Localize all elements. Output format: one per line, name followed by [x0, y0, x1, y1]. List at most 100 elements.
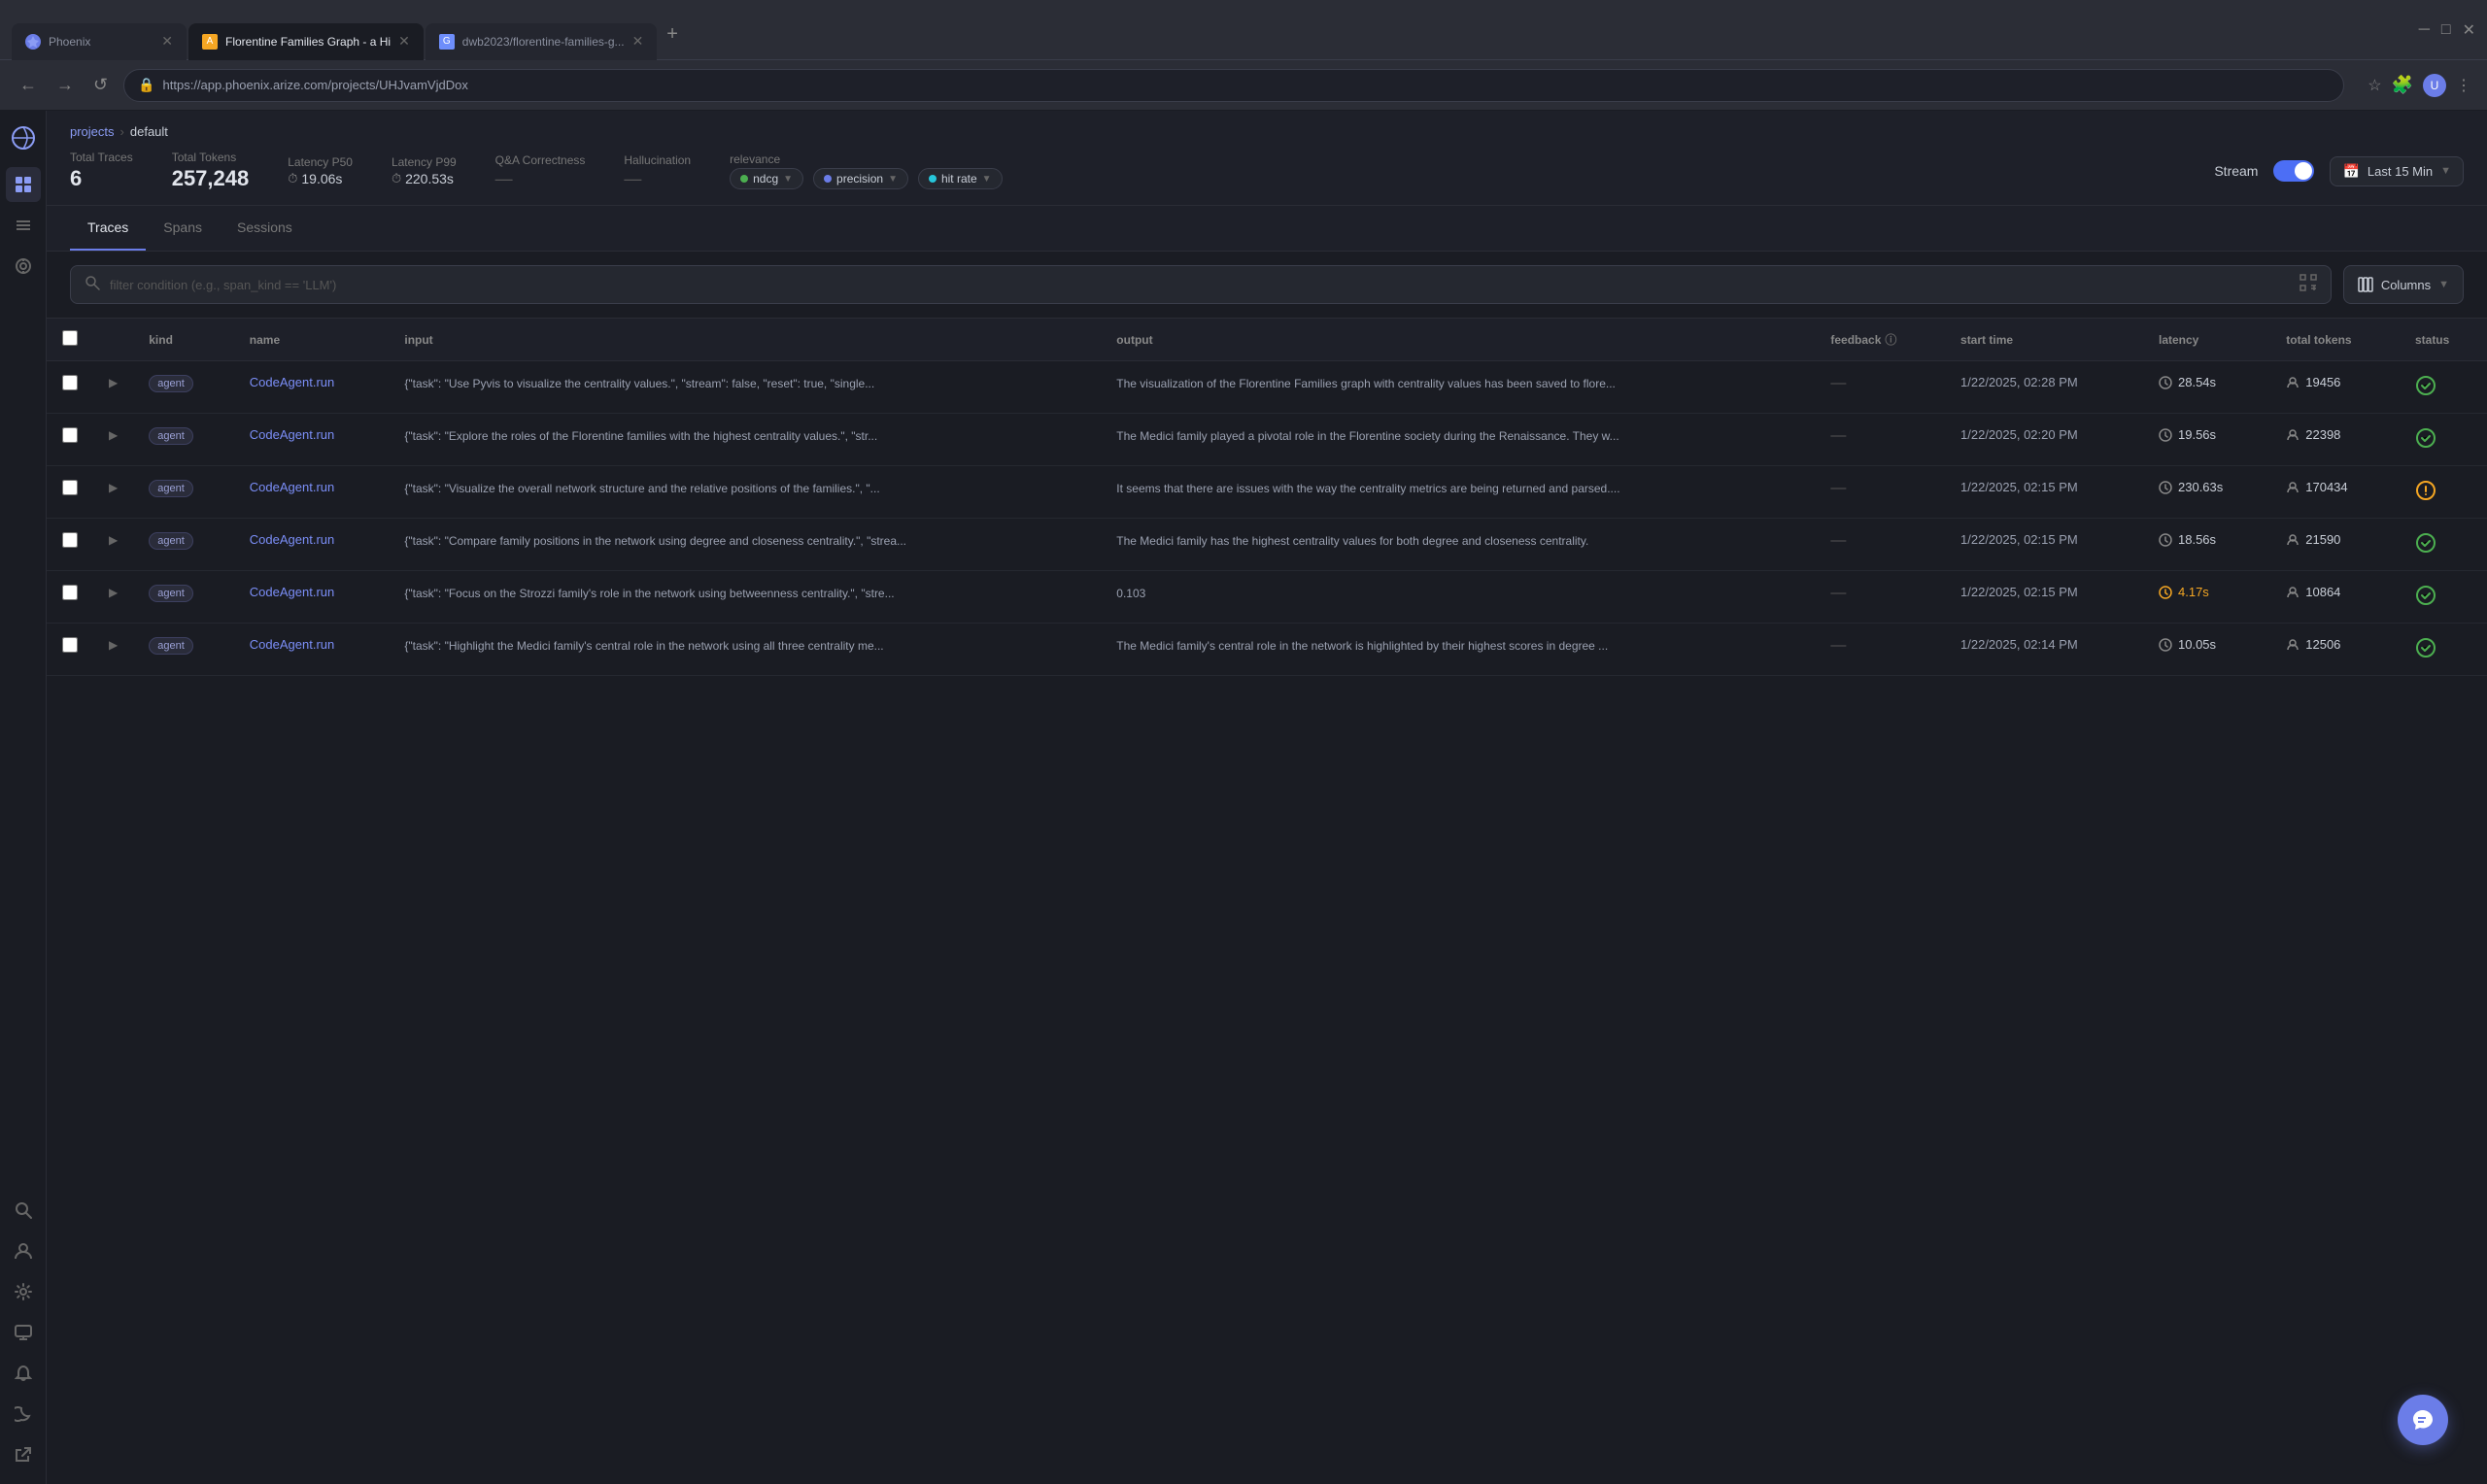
tab-close-florentine[interactable]: ✕	[398, 33, 410, 50]
cell-latency-3: 18.56s	[2143, 519, 2270, 571]
status-ok-icon-5	[2415, 637, 2436, 658]
sidebar-icon-list[interactable]	[6, 208, 41, 243]
sidebar-icon-settings[interactable]	[6, 1274, 41, 1309]
name-link-4[interactable]: CodeAgent.run	[250, 585, 334, 599]
window-minimize[interactable]: ─	[2419, 21, 2430, 39]
row-checkbox-5[interactable]	[62, 637, 78, 653]
expand-button-1[interactable]: ▶	[109, 428, 118, 442]
sidebar-icon-target[interactable]	[6, 249, 41, 284]
columns-button[interactable]: Columns ▼	[2343, 265, 2464, 304]
expand-button-4[interactable]: ▶	[109, 586, 118, 599]
traces-table: kind name input output feedback ⓘ start …	[47, 319, 2487, 676]
cell-kind-0: agent	[133, 361, 234, 414]
cell-latency-1: 19.56s	[2143, 414, 2270, 466]
metric-total-tokens-value: 257,248	[172, 166, 250, 191]
row-checkbox-0[interactable]	[62, 375, 78, 390]
relevance-badge-precision[interactable]: precision ▼	[813, 168, 908, 189]
row-checkbox-2[interactable]	[62, 480, 78, 495]
kind-badge-0: agent	[149, 375, 193, 392]
table-row: ▶ agent CodeAgent.run {"task": "Compare …	[47, 519, 2487, 571]
stream-control: Stream 📅 Last 15 Min ▼	[2214, 156, 2464, 186]
tab-close-git[interactable]: ✕	[632, 33, 644, 50]
badge-arrow-ndcg: ▼	[783, 174, 793, 185]
stream-toggle[interactable]	[2273, 160, 2314, 182]
date-picker[interactable]: 📅 Last 15 Min ▼	[2330, 156, 2464, 186]
relevance-badge-hitrate[interactable]: hit rate ▼	[918, 168, 1003, 189]
tab-label-phoenix: Phoenix	[49, 35, 153, 49]
metric-qa-label: Q&A Correctness	[495, 153, 586, 167]
cell-tokens-4: 10864	[2270, 571, 2400, 624]
name-link-3[interactable]: CodeAgent.run	[250, 532, 334, 547]
col-header-start-time: start time	[1945, 319, 2143, 361]
bookmark-icon[interactable]: ☆	[2368, 76, 2381, 95]
cell-kind-4: agent	[133, 571, 234, 624]
output-text-1: The Medici family played a pivotal role …	[1116, 427, 1799, 445]
clock-icon-1	[2159, 428, 2172, 442]
sidebar-icon-monitor[interactable]	[6, 1315, 41, 1350]
chat-button[interactable]	[2398, 1395, 2448, 1445]
name-link-0[interactable]: CodeAgent.run	[250, 375, 334, 389]
address-bar[interactable]: 🔒 https://app.phoenix.arize.com/projects…	[123, 69, 2344, 102]
clock-icon-p99: ⏱	[392, 171, 401, 186]
cell-latency-5: 10.05s	[2143, 624, 2270, 676]
forward-button[interactable]: →	[52, 71, 78, 99]
breadcrumb-projects[interactable]: projects	[70, 124, 115, 139]
input-text-4: {"task": "Focus on the Strozzi family's …	[404, 585, 1085, 602]
tab-spans[interactable]: Spans	[146, 206, 220, 251]
reload-button[interactable]: ↺	[89, 71, 112, 99]
tabs-bar: Traces Spans Sessions	[47, 206, 2487, 252]
columns-label: Columns	[2381, 278, 2431, 292]
sidebar-icon-bell[interactable]	[6, 1356, 41, 1391]
table-row: ▶ agent CodeAgent.run {"task": "Visualiz…	[47, 466, 2487, 519]
table-row: ▶ agent CodeAgent.run {"task": "Explore …	[47, 414, 2487, 466]
kind-badge-4: agent	[149, 585, 193, 602]
metric-hallucination: Hallucination —	[624, 153, 691, 189]
back-button[interactable]: ←	[16, 71, 41, 99]
profile-icon[interactable]: U	[2423, 74, 2446, 97]
sidebar-icon-user[interactable]	[6, 1233, 41, 1268]
name-link-1[interactable]: CodeAgent.run	[250, 427, 334, 442]
relevance-badge-ndcg[interactable]: ndcg ▼	[730, 168, 803, 189]
expand-button-0[interactable]: ▶	[109, 376, 118, 389]
tokens-icon-2	[2286, 481, 2300, 494]
window-maximize[interactable]: □	[2441, 21, 2451, 39]
extensions-icon[interactable]: 🧩	[2392, 75, 2413, 95]
filter-scan-icon[interactable]	[2300, 274, 2317, 296]
tab-sessions[interactable]: Sessions	[220, 206, 310, 251]
expand-button-2[interactable]: ▶	[109, 481, 118, 494]
filter-input[interactable]	[110, 278, 2290, 292]
row-checkbox-1[interactable]	[62, 427, 78, 443]
sidebar-icon-search[interactable]	[6, 1193, 41, 1228]
status-ok-icon-3	[2415, 532, 2436, 554]
metric-total-traces-label: Total Traces	[70, 151, 133, 164]
sidebar-icon-export[interactable]	[6, 1437, 41, 1472]
name-link-2[interactable]: CodeAgent.run	[250, 480, 334, 494]
output-text-5: The Medici family's central role in the …	[1116, 637, 1799, 655]
name-link-5[interactable]: CodeAgent.run	[250, 637, 334, 652]
latency-value-3: 18.56s	[2178, 532, 2216, 547]
app-logo	[8, 122, 39, 153]
sidebar-icon-grid[interactable]	[6, 167, 41, 202]
feedback-value-4: —	[1830, 585, 1846, 601]
browser-tab-git[interactable]: G dwb2023/florentine-families-g... ✕	[426, 23, 658, 60]
tab-traces[interactable]: Traces	[70, 206, 146, 251]
cell-tokens-5: 12506	[2270, 624, 2400, 676]
row-checkbox-4[interactable]	[62, 585, 78, 600]
metrics-row: Total Traces 6 Total Tokens 257,248 Late…	[70, 151, 2464, 191]
row-checkbox-3[interactable]	[62, 532, 78, 548]
table-row: ▶ agent CodeAgent.run {"task": "Highligh…	[47, 624, 2487, 676]
status-ok-icon-1	[2415, 427, 2436, 449]
tokens-value-4: 10864	[2305, 585, 2340, 599]
menu-icon[interactable]: ⋮	[2456, 76, 2471, 95]
browser-tab-phoenix[interactable]: Phoenix ✕	[12, 23, 187, 60]
tab-close-phoenix[interactable]: ✕	[161, 33, 173, 50]
browser-tab-florentine[interactable]: A Florentine Families Graph - a Hi ✕	[188, 23, 424, 60]
select-all-checkbox[interactable]	[62, 330, 78, 346]
new-tab-button[interactable]: +	[659, 23, 686, 46]
sidebar-icon-moon[interactable]	[6, 1397, 41, 1432]
metric-latency-p99-label: Latency P99	[392, 155, 457, 169]
expand-button-5[interactable]: ▶	[109, 638, 118, 652]
window-close[interactable]: ✕	[2463, 20, 2475, 40]
expand-button-3[interactable]: ▶	[109, 533, 118, 547]
cell-status-2	[2400, 466, 2487, 519]
